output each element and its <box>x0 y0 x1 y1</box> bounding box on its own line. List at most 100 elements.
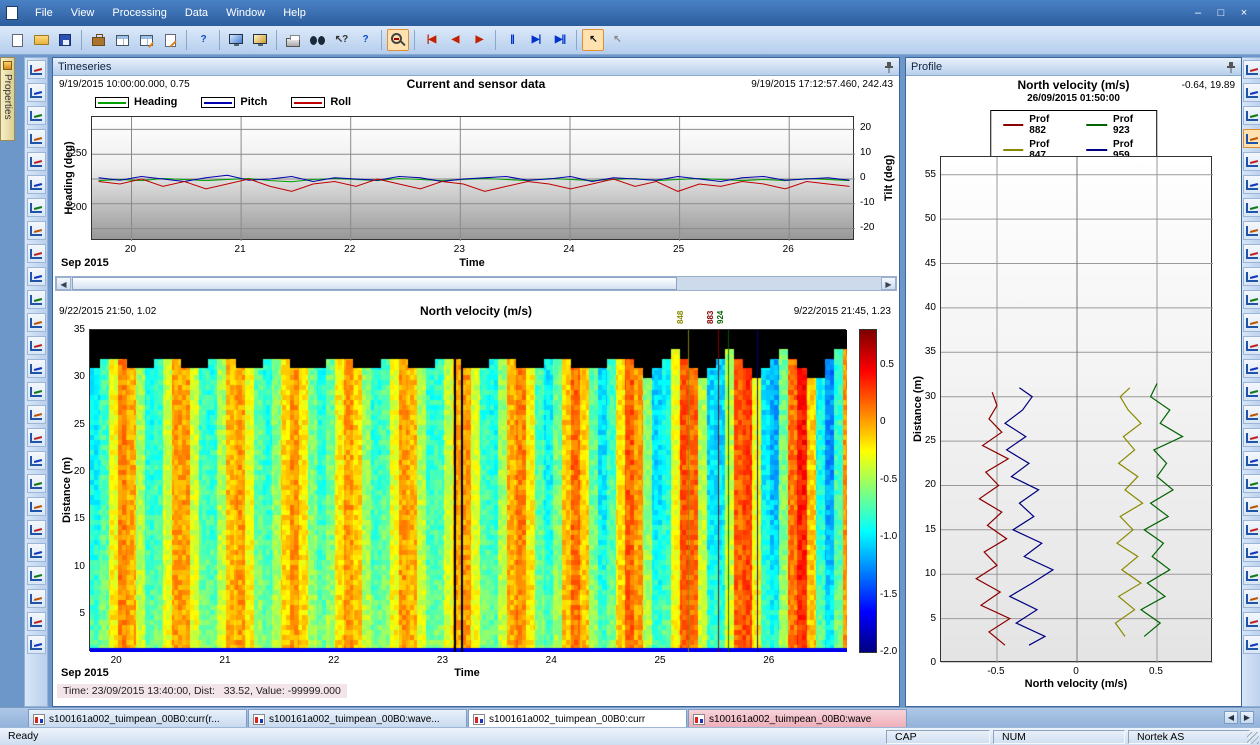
go-last-button[interactable]: ▶|| <box>549 29 571 51</box>
tab-scroll-right-button[interactable]: ▶ <box>1240 711 1254 724</box>
document-tab-1[interactable]: s100161a002_tuimpean_00B0:curr(r... <box>28 709 247 728</box>
play-button[interactable]: ▶ <box>468 29 490 51</box>
menu-window[interactable]: Window <box>217 3 274 23</box>
menu-view[interactable]: View <box>62 3 104 23</box>
plot-tool-right-16-button[interactable] <box>1243 405 1260 424</box>
scrollbar-thumb[interactable] <box>72 277 677 290</box>
plot-tool-right-11-button[interactable] <box>1243 290 1260 309</box>
window-restore-button[interactable]: □ <box>1211 5 1231 22</box>
plot-tool-left-5-button[interactable] <box>27 152 46 171</box>
plot-tool-left-7-button[interactable] <box>27 198 46 217</box>
plot-tool-left-26-button[interactable] <box>27 635 46 654</box>
plot-tool-right-21-button[interactable] <box>1243 520 1260 539</box>
velocity-profile-plot-area[interactable] <box>940 156 1212 662</box>
open-file-button[interactable] <box>30 29 52 51</box>
plot-tool-right-26-button[interactable] <box>1243 635 1260 654</box>
plot-tool-left-4-button[interactable] <box>27 129 46 148</box>
display-chart-button[interactable] <box>249 29 271 51</box>
find-button[interactable] <box>306 29 328 51</box>
scrollbar-right-arrow[interactable]: ▶ <box>881 277 896 290</box>
plot-tool-right-10-button[interactable] <box>1243 267 1260 286</box>
plot-tool-right-22-button[interactable] <box>1243 543 1260 562</box>
document-tab-4[interactable]: s100161a002_tuimpean_00B0:wave <box>688 709 907 728</box>
menu-file[interactable]: File <box>26 3 62 23</box>
pin-icon[interactable] <box>884 61 894 73</box>
plot-tool-right-6-button[interactable] <box>1243 175 1260 194</box>
plot-tool-left-10-button[interactable] <box>27 267 46 286</box>
plot-tool-left-9-button[interactable] <box>27 244 46 263</box>
plot-tool-left-2-button[interactable] <box>27 83 46 102</box>
display-setup-button[interactable] <box>225 29 247 51</box>
profile-panel-header[interactable]: Profile <box>906 58 1241 76</box>
pause-button[interactable]: || <box>501 29 523 51</box>
workspace-button[interactable] <box>87 29 109 51</box>
plot-tool-right-9-button[interactable] <box>1243 244 1260 263</box>
plot-tool-left-25-button[interactable] <box>27 612 46 631</box>
plot-tool-right-18-button[interactable] <box>1243 451 1260 470</box>
pin-icon[interactable] <box>1226 61 1236 73</box>
plot-tool-right-5-button[interactable] <box>1243 152 1260 171</box>
tab-scroll-left-button[interactable]: ◀ <box>1224 711 1238 724</box>
select-cursor-button[interactable]: ↖ <box>582 29 604 51</box>
document-edit-button[interactable] <box>159 29 181 51</box>
plot-tool-right-12-button[interactable] <box>1243 313 1260 332</box>
window-close-button[interactable]: × <box>1234 5 1254 22</box>
plot-tool-right-23-button[interactable] <box>1243 566 1260 585</box>
plot-tool-left-15-button[interactable] <box>27 382 46 401</box>
plot-tool-right-24-button[interactable] <box>1243 589 1260 608</box>
plot-tool-left-20-button[interactable] <box>27 497 46 516</box>
plot-tool-left-13-button[interactable] <box>27 336 46 355</box>
plot-tool-left-19-button[interactable] <box>27 474 46 493</box>
window-minimize-button[interactable]: – <box>1188 5 1208 22</box>
grid-edit-button[interactable] <box>135 29 157 51</box>
plot-tool-left-11-button[interactable] <box>27 290 46 309</box>
plot-tool-right-13-button[interactable] <box>1243 336 1260 355</box>
plot-tool-left-14-button[interactable] <box>27 359 46 378</box>
help-button[interactable]: ? <box>192 29 214 51</box>
properties-tab[interactable]: Properties <box>0 57 15 141</box>
plot-tool-left-23-button[interactable] <box>27 566 46 585</box>
plot-tool-right-20-button[interactable] <box>1243 497 1260 516</box>
zoom-out-button[interactable] <box>387 29 409 51</box>
plot-tool-right-3-button[interactable] <box>1243 106 1260 125</box>
plot-tool-left-22-button[interactable] <box>27 543 46 562</box>
plot-tool-left-16-button[interactable] <box>27 405 46 424</box>
step-forward-button[interactable]: ▶| <box>525 29 547 51</box>
north-velocity-heatmap-canvas[interactable] <box>90 330 847 652</box>
plot-tool-right-1-button[interactable] <box>1243 60 1260 79</box>
plot-tool-left-3-button[interactable] <box>27 106 46 125</box>
data-grid-button[interactable] <box>111 29 133 51</box>
new-document-button[interactable] <box>6 29 28 51</box>
north-velocity-heatmap-plot-area[interactable] <box>89 329 846 651</box>
go-first-button[interactable]: |◀ <box>420 29 442 51</box>
plot-tool-right-7-button[interactable] <box>1243 198 1260 217</box>
plot-tool-right-25-button[interactable] <box>1243 612 1260 631</box>
context-help-button[interactable]: ↖? <box>330 29 352 51</box>
about-help-button[interactable]: ? <box>354 29 376 51</box>
plot-tool-left-1-button[interactable] <box>27 60 46 79</box>
menu-data[interactable]: Data <box>176 3 217 23</box>
plot-tool-right-8-button[interactable] <box>1243 221 1260 240</box>
plot-tool-left-17-button[interactable] <box>27 428 46 447</box>
plot-tool-left-12-button[interactable] <box>27 313 46 332</box>
document-tab-3[interactable]: s100161a002_tuimpean_00B0:curr <box>468 709 687 728</box>
plot-tool-right-14-button[interactable] <box>1243 359 1260 378</box>
timeseries-panel-header[interactable]: Timeseries <box>53 58 899 76</box>
pointer-button[interactable]: ↖ <box>606 29 628 51</box>
plot-tool-left-24-button[interactable] <box>27 589 46 608</box>
plot-tool-left-21-button[interactable] <box>27 520 46 539</box>
step-back-button[interactable]: ◀ <box>444 29 466 51</box>
plot-tool-left-18-button[interactable] <box>27 451 46 470</box>
plot-tool-right-4-button[interactable] <box>1243 129 1260 148</box>
plot-tool-right-19-button[interactable] <box>1243 474 1260 493</box>
plot-tool-right-17-button[interactable] <box>1243 428 1260 447</box>
scrollbar-left-arrow[interactable]: ◀ <box>56 277 71 290</box>
timeseries-horizontal-scrollbar[interactable]: ◀ ▶ <box>55 276 897 291</box>
plot-tool-left-8-button[interactable] <box>27 221 46 240</box>
plot-tool-right-2-button[interactable] <box>1243 83 1260 102</box>
plot-tool-left-6-button[interactable] <box>27 175 46 194</box>
menu-help[interactable]: Help <box>274 3 315 23</box>
save-button[interactable] <box>54 29 76 51</box>
plot-tool-right-15-button[interactable] <box>1243 382 1260 401</box>
document-tab-2[interactable]: s100161a002_tuimpean_00B0:wave... <box>248 709 467 728</box>
